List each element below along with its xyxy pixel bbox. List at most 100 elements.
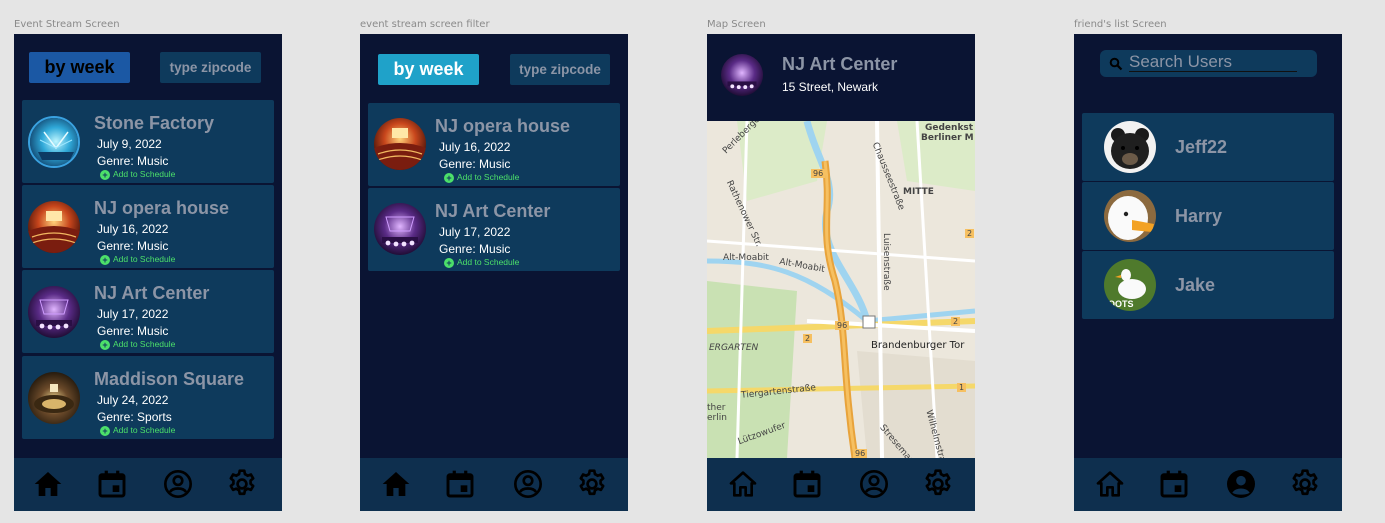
bottom-nav [707, 458, 975, 511]
map-label: Alt-Moabit [723, 253, 769, 263]
map-label: MITTE [903, 187, 934, 197]
purple-stage-icon [28, 286, 80, 338]
add-to-schedule-link[interactable]: + Add to Schedule [100, 169, 175, 180]
by-week-button[interactable]: by week [378, 54, 479, 85]
search-icon [1109, 57, 1123, 71]
settings-icon[interactable] [226, 468, 258, 500]
settings-icon[interactable] [576, 468, 608, 500]
friends-list-screen: Search Users Jeff22 Harry OOTS Jake [1074, 34, 1342, 511]
event-card-nj-opera-house[interactable]: NJ opera house July 16, 2022 Genre: Musi… [368, 103, 620, 186]
event-date: July 17, 2022 [97, 307, 169, 321]
calendar-icon[interactable] [96, 468, 128, 500]
settings-icon[interactable] [1289, 468, 1321, 500]
event-title: NJ Art Center [94, 283, 210, 303]
goose-icon: OOTS [1104, 259, 1156, 311]
plus-icon: + [100, 255, 110, 265]
route-96-badge: 96 [811, 169, 826, 178]
map-label: Luisenstraße [881, 233, 891, 291]
avatar-caption: OOTS [1108, 299, 1134, 309]
event-card-maddison-square[interactable]: Maddison Square July 24, 2022 Genre: Spo… [22, 356, 274, 439]
add-to-schedule-link[interactable]: + Add to Schedule [100, 254, 175, 265]
search-users-field[interactable]: Search Users [1100, 50, 1317, 77]
add-to-schedule-link[interactable]: + Add to Schedule [100, 339, 175, 350]
event-title: NJ Art Center [435, 201, 551, 221]
zipcode-input[interactable]: type zipcode [510, 54, 610, 85]
friend-row-jeff22[interactable]: Jeff22 [1082, 113, 1334, 181]
add-to-schedule-label: Add to Schedule [457, 257, 520, 267]
bottom-nav [1074, 458, 1342, 511]
route-96-badge: 96 [853, 449, 868, 458]
stage-blue-icon [28, 116, 80, 168]
event-filter-screen: by week type zipcode NJ opera house July… [360, 34, 628, 511]
map-label: erlin [707, 413, 727, 423]
map-label: ERGARTEN [709, 343, 759, 353]
plus-icon: + [100, 170, 110, 180]
frame-label-map: Map Screen [707, 19, 766, 30]
friend-name: Harry [1175, 206, 1223, 226]
calendar-icon[interactable] [444, 468, 476, 500]
friend-row-harry[interactable]: Harry [1082, 182, 1334, 250]
profile-icon[interactable] [858, 468, 890, 500]
event-genre: Genre: Music [97, 324, 169, 338]
add-to-schedule-label: Add to Schedule [113, 169, 176, 179]
calendar-icon[interactable] [791, 468, 823, 500]
duck-icon [1104, 190, 1156, 242]
profile-icon[interactable] [512, 468, 544, 500]
event-date: July 16, 2022 [439, 140, 511, 154]
add-to-schedule-label: Add to Schedule [113, 339, 176, 349]
plus-icon: + [100, 426, 110, 436]
map-label: Brandenburger Tor [871, 340, 965, 351]
event-date: July 17, 2022 [439, 225, 511, 239]
add-to-schedule-label: Add to Schedule [113, 254, 176, 264]
friend-name: Jake [1175, 275, 1216, 295]
route-96-badge: 96 [835, 321, 850, 330]
venue-title: NJ Art Center [782, 54, 898, 74]
venue-address: 15 Street, Newark [782, 80, 879, 94]
add-to-schedule-link[interactable]: + Add to Schedule [444, 257, 519, 268]
plus-icon: + [100, 340, 110, 350]
add-to-schedule-link[interactable]: + Add to Schedule [100, 425, 175, 436]
event-card-nj-art-center[interactable]: NJ Art Center July 17, 2022 Genre: Music… [368, 188, 620, 271]
zipcode-input[interactable]: type zipcode [160, 52, 261, 83]
route-2-badge: 2 [951, 317, 961, 326]
event-card-nj-opera-house[interactable]: NJ opera house July 16, 2022 Genre: Musi… [22, 185, 274, 268]
profile-icon[interactable] [1225, 468, 1257, 500]
add-to-schedule-link[interactable]: + Add to Schedule [444, 172, 519, 183]
arena-icon [28, 372, 80, 424]
frame-label-friends: friend's list Screen [1074, 19, 1167, 30]
settings-icon[interactable] [922, 468, 954, 500]
home-icon[interactable] [380, 468, 412, 500]
opera-hall-icon [374, 118, 426, 170]
add-to-schedule-label: Add to Schedule [457, 172, 520, 182]
event-title: NJ opera house [94, 198, 230, 218]
map-view[interactable]: Chausseestraße Gedenkst Berliner M Perle… [707, 121, 975, 458]
bottom-nav [14, 458, 282, 511]
event-genre: Genre: Music [439, 242, 511, 256]
frame-label-event-stream: Event Stream Screen [14, 19, 120, 30]
map-label: ther [707, 403, 726, 413]
purple-stage-icon [374, 203, 426, 255]
route-2-badge: 2 [965, 229, 975, 238]
bottom-nav [360, 458, 628, 511]
opera-hall-icon [28, 201, 80, 253]
profile-icon[interactable] [162, 468, 194, 500]
home-icon[interactable] [1094, 468, 1126, 500]
search-placeholder: Search Users [1129, 52, 1232, 71]
bear-icon [1104, 121, 1156, 173]
home-icon[interactable] [32, 468, 64, 500]
route-2-badge: 2 [803, 334, 813, 343]
friend-row-jake[interactable]: OOTS Jake [1082, 251, 1334, 319]
calendar-icon[interactable] [1158, 468, 1190, 500]
map-label: Gedenkst [925, 123, 974, 133]
event-genre: Genre: Sports [97, 410, 172, 424]
event-card-nj-art-center[interactable]: NJ Art Center July 17, 2022 Genre: Music… [22, 270, 274, 353]
home-icon[interactable] [727, 468, 759, 500]
by-week-button[interactable]: by week [29, 52, 130, 83]
event-title: NJ opera house [435, 116, 571, 136]
frame-label-event-filter: event stream screen filter [360, 19, 490, 30]
event-title: Maddison Square [94, 369, 245, 389]
purple-stage-icon [721, 54, 763, 96]
event-title: Stone Factory [94, 113, 215, 133]
plus-icon: + [444, 173, 454, 183]
event-card-stone-factory[interactable]: Stone Factory July 9, 2022 Genre: Music … [22, 100, 274, 183]
